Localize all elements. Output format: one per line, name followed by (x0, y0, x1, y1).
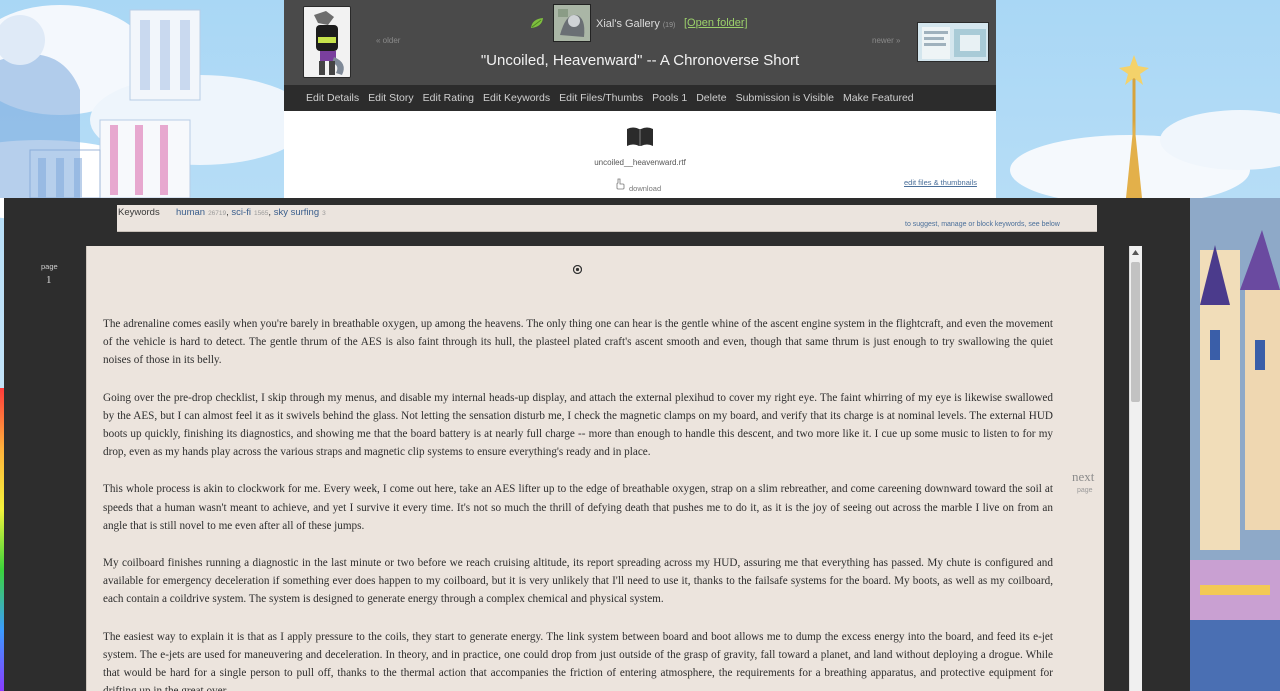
story-paragraph: The adrenaline comes easily when you're … (103, 318, 1053, 367)
story-paragraph: My coilboard finishes running a diagnost… (103, 557, 1053, 606)
page-number[interactable]: 1 (46, 274, 52, 286)
gallery-avatar[interactable] (553, 4, 591, 42)
story-paragraph: This whole process is akin to clockwork … (103, 483, 1053, 532)
file-name: uncoiled__heavenward.rtf (594, 158, 686, 167)
keywords-label: Keywords (118, 207, 160, 218)
edit-files-thumbs-button[interactable]: Edit Files/Thumbs (559, 92, 643, 104)
edit-details-button[interactable]: Edit Details (306, 92, 359, 104)
book-icon[interactable] (626, 126, 654, 147)
story-paragraph: The easiest way to explain it is that as… (103, 630, 1053, 691)
keyword-count: 1565 (253, 210, 269, 217)
edit-files-thumbnails-link[interactable]: edit files & thumbnails (904, 178, 977, 187)
visibility-toggle[interactable]: Submission is Visible (736, 92, 834, 104)
keyword-count: 3 (322, 210, 326, 217)
open-folder-link[interactable]: [Open folder] (684, 17, 748, 29)
newer-submission-link[interactable]: newer » (872, 36, 900, 45)
submission-title: "Uncoiled, Heavenward" -- A Chronoverse … (480, 52, 800, 69)
right-castle-illustration (1190, 198, 1280, 691)
scrollbar-thumb[interactable] (1131, 262, 1140, 402)
older-submission-link[interactable]: « older (376, 36, 400, 45)
make-featured-button[interactable]: Make Featured (843, 92, 914, 104)
edit-toolbar: Edit Details Edit Story Edit Rating Edit… (284, 85, 996, 111)
keyword-count: 26719 (208, 210, 227, 217)
download-link[interactable]: download (629, 184, 661, 193)
next-page-sublabel: page (1077, 487, 1093, 494)
next-page-link[interactable]: next (1072, 469, 1094, 485)
keyword-sci-fi[interactable]: sci-fi (231, 207, 251, 218)
edit-rating-button[interactable]: Edit Rating (423, 92, 474, 104)
edit-keywords-button[interactable]: Edit Keywords (483, 92, 550, 104)
gallery-name[interactable]: Xial's Gallery (19) (596, 18, 675, 30)
gallery-count: (19) (662, 22, 676, 29)
download-hand-icon[interactable] (615, 178, 625, 190)
edit-story-button[interactable]: Edit Story (368, 92, 414, 104)
pools-button[interactable]: Pools 1 (652, 92, 687, 104)
delete-button[interactable]: Delete (696, 92, 726, 104)
keyword-human[interactable]: human (176, 207, 205, 218)
expand-icon[interactable] (573, 265, 582, 274)
keywords-list: human 26719, sci-fi 1565, sky surfing 3 (176, 207, 326, 218)
story-paragraph: Going over the pre-drop checklist, I ski… (103, 391, 1053, 459)
story-text: The adrenaline comes easily when you're … (103, 315, 1053, 691)
page-label: page (41, 262, 58, 271)
keyword-sky-surfing[interactable]: sky surfing (274, 207, 319, 218)
scroll-up-arrow-icon[interactable] (1131, 249, 1140, 257)
leaf-favorite-icon[interactable] (530, 17, 544, 29)
manage-keywords-link[interactable]: to suggest, manage or block keywords, se… (905, 221, 1060, 228)
